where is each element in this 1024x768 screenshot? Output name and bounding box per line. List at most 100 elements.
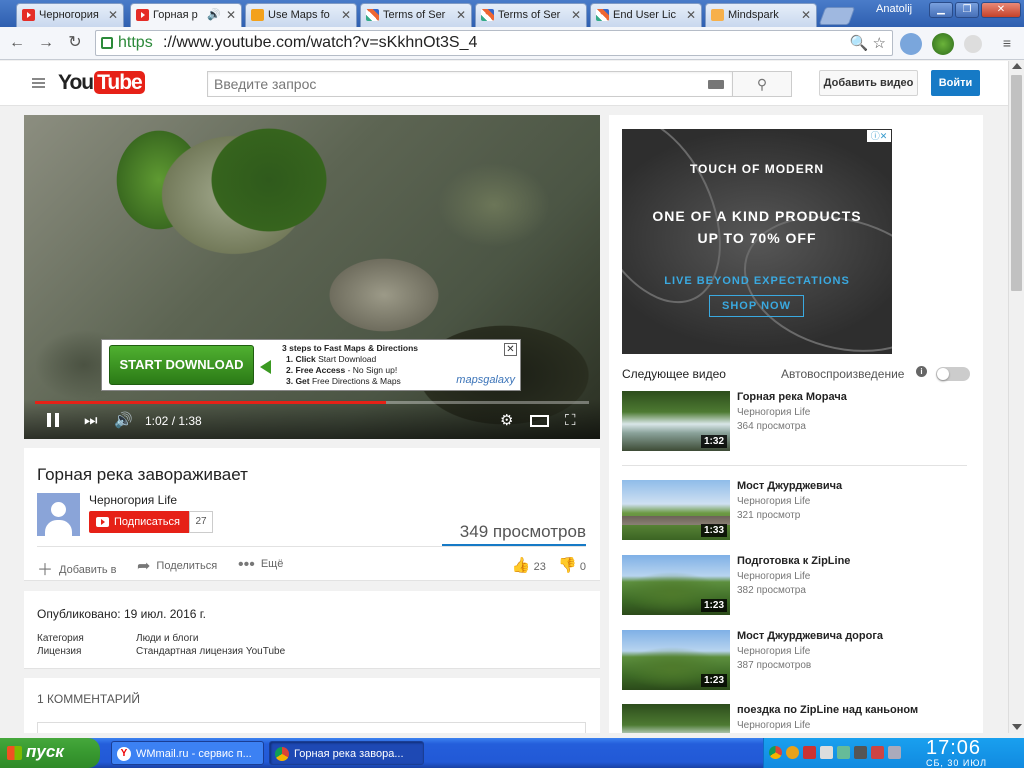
forward-button[interactable]: → [35, 33, 57, 53]
search-input[interactable]: Введите запрос [207, 71, 733, 97]
start-download-button[interactable]: START DOWNLOAD [109, 345, 254, 385]
close-icon[interactable]: ✕ [108, 4, 118, 26]
close-icon[interactable]: ✕ [571, 4, 581, 26]
list-item[interactable]: 1:33 Мост Джурджевича Черногория Life 32… [622, 480, 972, 542]
video-player[interactable]: START DOWNLOAD 3 steps to Fast Maps & Di… [24, 115, 600, 439]
start-button[interactable]: пуск [0, 738, 100, 768]
tab-mindspark[interactable]: Mindspark ✕ [705, 3, 817, 27]
new-tab-button[interactable] [818, 7, 856, 25]
close-icon[interactable]: ✕ [686, 4, 696, 26]
speaker-icon[interactable]: 🔊 [207, 4, 221, 26]
fullscreen-icon[interactable]: ⛶ [565, 413, 576, 429]
tab-terms-2[interactable]: Terms of Ser ✕ [475, 3, 587, 27]
minimize-button[interactable]: ▁ [929, 2, 953, 18]
video-thumbnail[interactable]: 1:23 [622, 555, 730, 615]
list-item[interactable]: 1:23 Мост Джурджевича дорога Черногория … [622, 630, 972, 692]
display-ad[interactable]: ⓘ✕ TOUCH OF MODERN ONE OF A KIND PRODUCT… [622, 129, 892, 354]
tab-use-maps[interactable]: Use Maps fo ✕ [245, 3, 357, 27]
overlay-ad[interactable]: START DOWNLOAD 3 steps to Fast Maps & Di… [101, 339, 521, 391]
profile-name[interactable]: Anatolij [876, 3, 912, 15]
bookmark-star-icon[interactable]: ☆ [873, 35, 886, 52]
more-button[interactable]: ••• Ещё [238, 556, 283, 574]
tab-title: Use Maps fo [268, 9, 330, 21]
tab-terms-1[interactable]: Terms of Ser ✕ [360, 3, 472, 27]
video-thumbnail[interactable]: 1:33 [622, 480, 730, 540]
lock-icon [101, 37, 113, 49]
scrollbar-thumb[interactable] [1011, 75, 1022, 291]
add-to-button[interactable]: ＋ Добавить в [37, 556, 117, 580]
video-title[interactable]: Подготовка к ZipLine [737, 555, 850, 567]
category-value[interactable]: Люди и блоги [136, 633, 198, 644]
taskbar-item-wmmail[interactable]: Y WMmail.ru - сервис п... [111, 741, 264, 765]
close-icon[interactable]: ✕ [801, 4, 811, 26]
like-button[interactable]: 👍 23 [512, 557, 546, 574]
youtube-logo[interactable]: You Tube [58, 71, 145, 95]
antivirus-icon[interactable] [803, 746, 816, 759]
flash-icon[interactable] [786, 746, 799, 759]
video-thumbnail[interactable]: 1:32 [622, 391, 730, 451]
video-thumbnail[interactable] [622, 704, 730, 733]
video-title[interactable]: Горная река Морача [737, 391, 847, 403]
keyboard-icon[interactable] [708, 80, 724, 89]
clock[interactable]: 17:06 [926, 737, 981, 760]
scroll-up-icon[interactable] [1012, 63, 1022, 69]
channel-avatar[interactable] [37, 493, 80, 536]
tab-strip: Черногория ✕ Горная р 🔊 ✕ Use Maps fo ✕ … [0, 0, 1024, 28]
close-icon[interactable]: ✕ [504, 343, 517, 356]
search-extension-icon[interactable] [964, 35, 982, 53]
globe-icon[interactable] [932, 33, 954, 55]
info-icon[interactable]: i [916, 366, 927, 377]
video-views: 321 просмотр [737, 510, 801, 521]
close-icon[interactable]: ✕ [226, 4, 236, 26]
shop-now-button[interactable]: SHOP NOW [709, 295, 804, 317]
list-item[interactable]: поездка по ZipLine над каньоном Черногор… [622, 704, 972, 733]
chrome-icon[interactable] [769, 746, 782, 759]
tab-chernogoriya[interactable]: Черногория ✕ [16, 3, 124, 27]
address-bar[interactable]: https ://www.youtube.com/watch?v=sKkhnOt… [95, 30, 893, 56]
list-item[interactable]: 1:23 Подготовка к ZipLine Черногория Lif… [622, 555, 972, 617]
close-icon[interactable]: ✕ [341, 4, 351, 26]
update-icon[interactable] [871, 746, 884, 759]
autoplay-toggle[interactable] [936, 367, 970, 381]
back-button[interactable]: ← [6, 33, 28, 53]
dislike-button[interactable]: 👎 0 [558, 557, 586, 574]
video-title[interactable]: Мост Джурджевича дорога [737, 630, 883, 642]
adchoices-icon[interactable]: ⓘ✕ [867, 130, 891, 142]
scroll-down-icon[interactable] [1012, 724, 1022, 730]
progress-bar[interactable] [35, 401, 589, 404]
video-title[interactable]: поездка по ZipLine над каньоном [737, 704, 918, 716]
page-scrollbar[interactable] [1008, 61, 1024, 733]
video-title[interactable]: Мост Джурджевича [737, 480, 842, 492]
maximize-button[interactable]: ❐ [955, 2, 979, 18]
close-icon[interactable]: ✕ [456, 4, 466, 26]
pause-button[interactable] [47, 413, 59, 427]
settings-gear-icon[interactable]: ⚙ [500, 413, 513, 429]
network-icon[interactable] [837, 746, 850, 759]
guide-menu-icon[interactable] [32, 78, 45, 88]
close-window-button[interactable]: ✕ [981, 2, 1021, 18]
duration-badge: 1:32 [700, 435, 727, 448]
extension-link-icon[interactable] [900, 33, 922, 55]
menu-icon[interactable]: ≡ [996, 33, 1018, 53]
channel-name[interactable]: Черногория Life [89, 493, 177, 507]
volume-icon[interactable]: 🔊 [114, 413, 133, 429]
like-count: 23 [533, 561, 546, 573]
upload-button[interactable]: Добавить видео [819, 70, 918, 96]
list-item[interactable]: 1:32 Горная река Морача Черногория Life … [622, 391, 972, 453]
tab-eula[interactable]: End User Lic ✕ [590, 3, 702, 27]
reload-button[interactable]: ↻ [64, 33, 86, 53]
comment-input[interactable] [37, 722, 586, 733]
speaker-icon[interactable] [820, 746, 833, 759]
pen-icon[interactable] [888, 746, 901, 759]
theater-mode-icon[interactable] [530, 415, 549, 427]
search-button[interactable]: ⚲ [732, 71, 792, 97]
browser-window: Черногория ✕ Горная р 🔊 ✕ Use Maps fo ✕ … [0, 0, 1024, 768]
signin-button[interactable]: Войти [931, 70, 980, 96]
tab-gornaya-reka[interactable]: Горная р 🔊 ✕ [130, 3, 242, 28]
share-button[interactable]: ➦ Поделиться [137, 556, 217, 576]
keyboard-layout-icon[interactable] [854, 746, 867, 759]
video-thumbnail[interactable]: 1:23 [622, 630, 730, 690]
zoom-icon[interactable]: 🔍 [850, 35, 869, 52]
next-button[interactable]: ⏭ [84, 413, 98, 429]
taskbar-item-chrome[interactable]: Горная река завора... [269, 741, 424, 765]
